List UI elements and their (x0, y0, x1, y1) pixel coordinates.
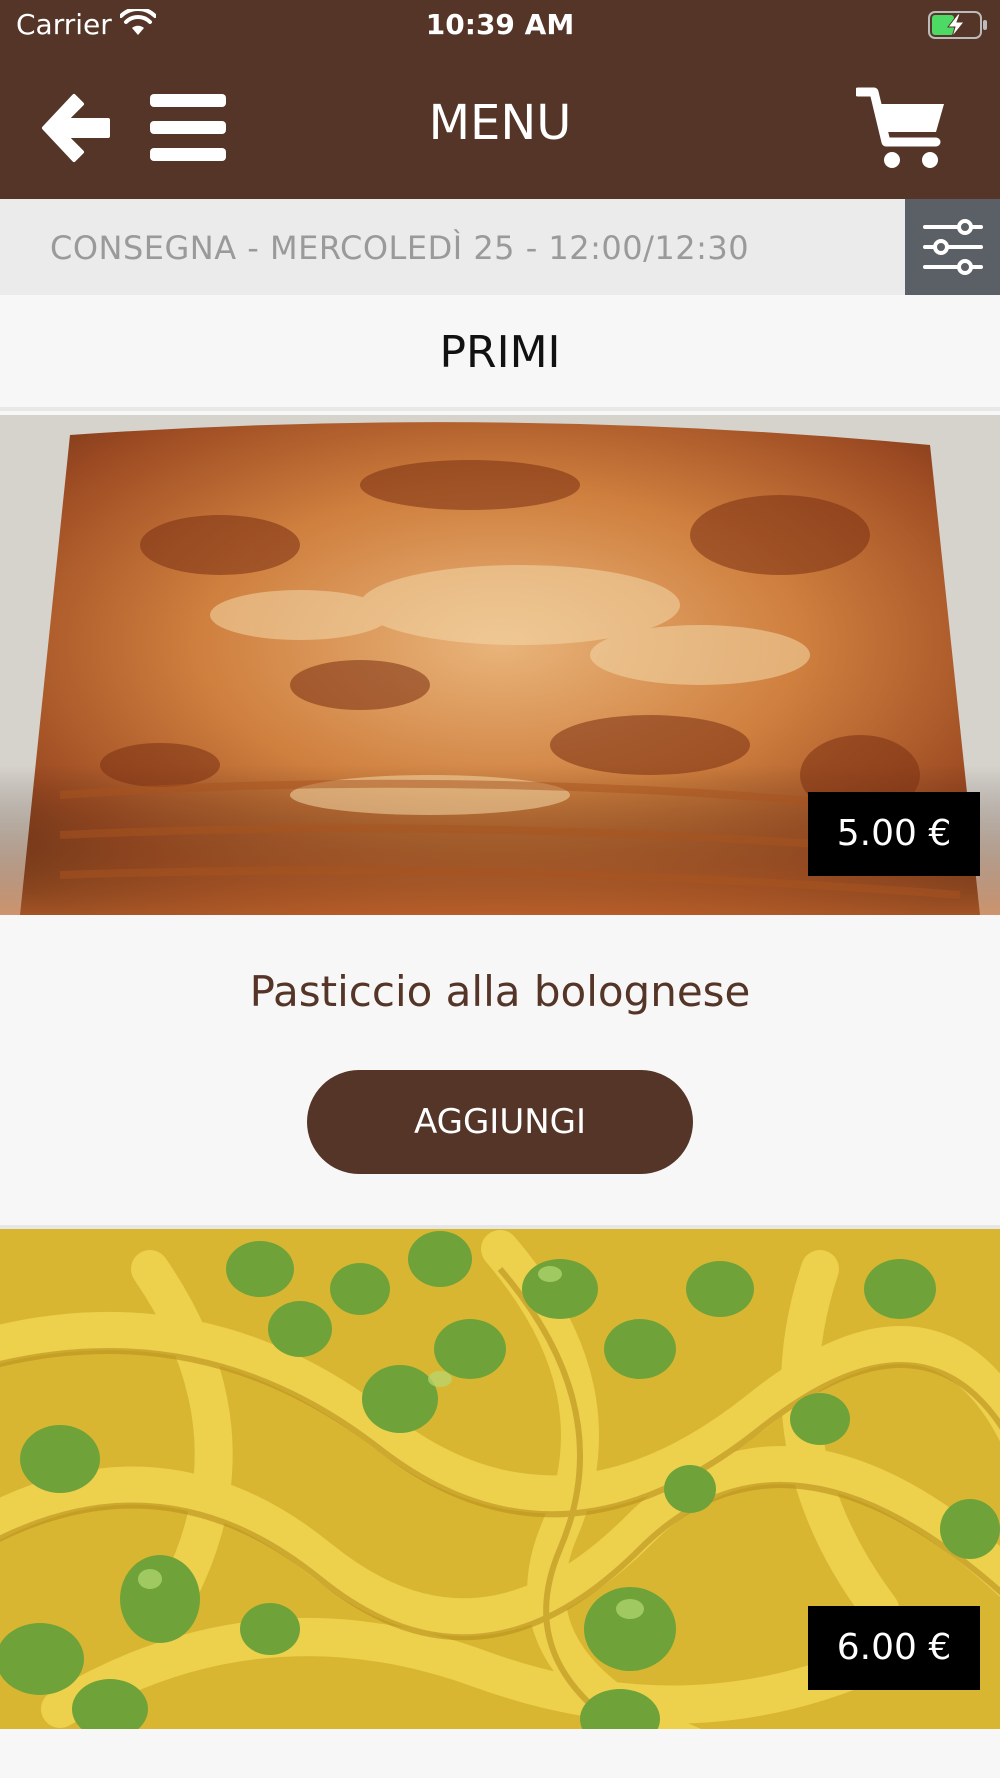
item-name: Pasticcio alla bolognese (249, 967, 751, 1016)
status-bar: Carrier 10:39 AM (0, 0, 1000, 50)
cart-button[interactable] (853, 84, 948, 174)
cart-icon (853, 87, 944, 168)
item-photo-pasticcio[interactable]: 5.00 € (0, 415, 1000, 915)
item-photo-tagliatelle[interactable]: 6.00 € (0, 1229, 1000, 1729)
delivery-bar[interactable]: CONSEGNA - MERCOLEDÌ 25 - 12:00/12:30 (0, 199, 1000, 295)
category-title: PRIMI (439, 327, 561, 378)
page-title: MENU (428, 95, 572, 151)
battery-charging-icon (928, 10, 990, 45)
add-to-cart-button[interactable]: AGGIUNGI (307, 1070, 693, 1174)
price-tag: 6.00 € (808, 1606, 980, 1690)
delivery-slot-label: CONSEGNA - MERCOLEDÌ 25 - 12:00/12:30 (50, 229, 750, 267)
clock: 10:39 AM (425, 8, 575, 41)
nav-bar: MENU (0, 50, 1000, 199)
price-tag: 5.00 € (808, 792, 980, 876)
sliders-icon (923, 219, 983, 275)
category-header: PRIMI (0, 295, 1000, 411)
filter-button[interactable] (905, 199, 1000, 295)
